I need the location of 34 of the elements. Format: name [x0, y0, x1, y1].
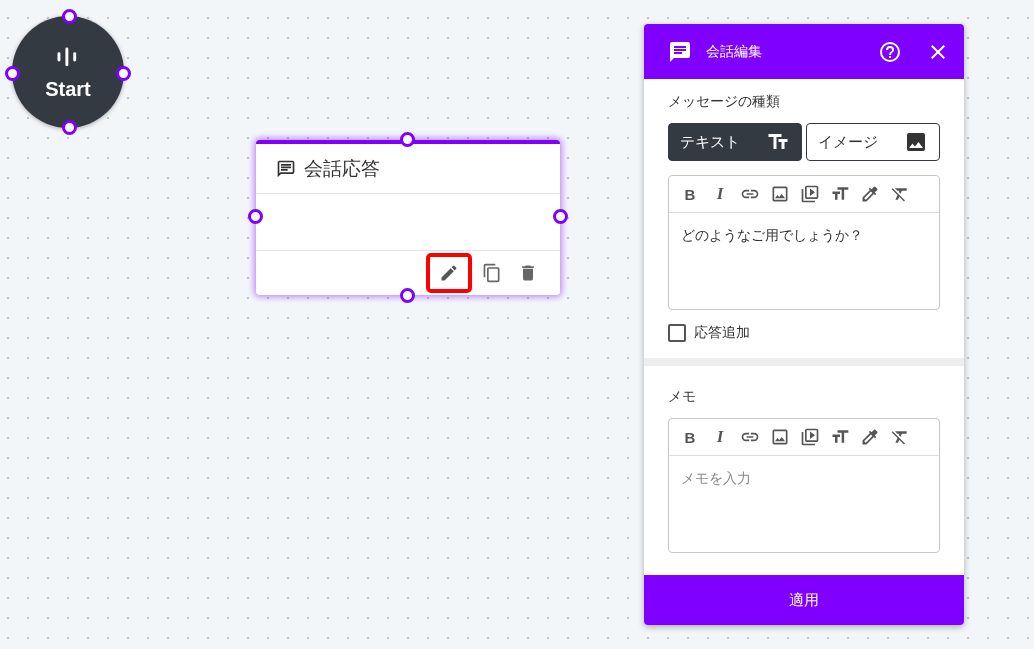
- checkbox-label: 応答追加: [694, 324, 750, 342]
- chat-icon: [276, 158, 296, 179]
- bold-button[interactable]: B: [675, 422, 705, 452]
- italic-button[interactable]: I: [705, 179, 735, 209]
- image-icon: [904, 130, 928, 154]
- bold-button[interactable]: B: [675, 179, 705, 209]
- help-button[interactable]: [878, 39, 902, 64]
- apply-button[interactable]: 適用: [644, 575, 964, 625]
- start-label: Start: [45, 77, 91, 101]
- italic-button[interactable]: I: [705, 422, 735, 452]
- rich-text-editor[interactable]: B I どのようなご用でしょうか？: [668, 175, 940, 310]
- eyedropper-icon: [860, 184, 880, 204]
- video-icon: [800, 184, 820, 204]
- node-title: 会話応答: [304, 156, 380, 181]
- eyedropper-icon: [860, 427, 880, 447]
- message-text: どのようなご用でしょうか？: [681, 227, 863, 243]
- rich-text-editor[interactable]: B I メモを入力: [668, 418, 940, 553]
- placeholder-text: メモを入力: [681, 470, 751, 486]
- image-type-button[interactable]: イメージ: [806, 123, 940, 161]
- video-icon: [800, 427, 820, 447]
- text-type-button[interactable]: テキスト: [668, 123, 802, 161]
- section-label: メモ: [668, 388, 697, 406]
- help-icon: [878, 39, 902, 64]
- start-node[interactable]: Start: [12, 16, 124, 128]
- image-icon: [770, 427, 790, 447]
- dialog-node[interactable]: 会話応答: [256, 140, 560, 295]
- section-label: メッセージの種類: [668, 93, 781, 111]
- image-icon: [770, 184, 790, 204]
- panel-title: 会話編集: [706, 42, 763, 61]
- chat-icon: [668, 39, 692, 64]
- checkbox[interactable]: [668, 324, 686, 342]
- copy-icon: [482, 263, 502, 283]
- pencil-icon: [439, 263, 459, 283]
- edit-button[interactable]: [426, 253, 472, 293]
